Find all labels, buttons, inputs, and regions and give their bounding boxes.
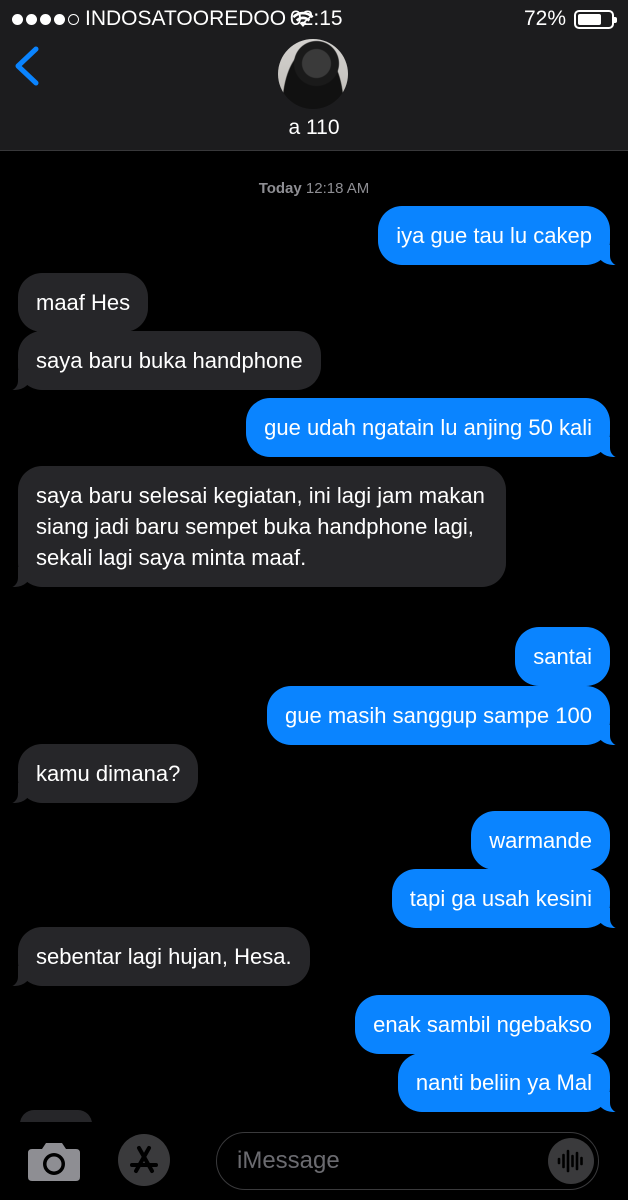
camera-icon[interactable] <box>26 1140 82 1182</box>
incoming-message[interactable]: saya baru buka handphone <box>6 331 321 391</box>
composer-bar: iMessage <box>0 1122 628 1200</box>
outgoing-message[interactable]: gue masih sanggup sampe 100 <box>267 686 622 746</box>
contact-name[interactable]: a 110 <box>0 116 628 140</box>
carrier-group: INDOSATOOREDOO <box>12 7 314 31</box>
chevron-left-icon[interactable] <box>10 44 44 88</box>
outgoing-message[interactable]: gue udah ngatain lu anjing 50 kali <box>246 398 622 458</box>
audio-waveform-icon[interactable] <box>548 1138 594 1184</box>
incoming-message[interactable]: maaf Hes <box>18 273 149 332</box>
outgoing-message[interactable]: santai <box>515 627 610 686</box>
incoming-message[interactable]: saya baru selesai kegiatan, ini lagi jam… <box>6 466 506 588</box>
status-bar: INDOSATOOREDOO 02:15 72% <box>0 0 628 36</box>
incoming-message[interactable]: sebentar lagi hujan, Hesa. <box>6 927 310 987</box>
signal-strength-icon <box>12 13 79 25</box>
battery-icon <box>574 9 617 29</box>
outgoing-message[interactable]: warmande <box>471 811 610 870</box>
outgoing-message[interactable]: tapi ga usah kesini <box>391 869 623 929</box>
outgoing-message[interactable]: nanti beliin ya Mal <box>397 1053 623 1113</box>
timestamp-day: Today <box>258 180 302 197</box>
carrier-name: INDOSATOOREDOO <box>85 7 287 30</box>
timestamp-time: 12:18 AM <box>305 180 370 197</box>
app-store-icon[interactable] <box>118 1134 170 1186</box>
battery-group: 72% <box>523 7 617 31</box>
status-time: 02:15 <box>290 7 343 30</box>
waveform-glyph-icon <box>557 1149 583 1173</box>
outgoing-message[interactable]: enak sambil ngebakso <box>355 995 610 1054</box>
conversation-header: a 110 <box>0 36 628 151</box>
message-input[interactable]: iMessage <box>216 1132 599 1190</box>
app-store-glyph-icon <box>130 1146 158 1173</box>
outgoing-message[interactable]: iya gue tau lu cakep <box>378 206 622 266</box>
thread-timestamp: Today 12:18 AM <box>0 180 628 197</box>
contact-avatar[interactable] <box>278 39 348 109</box>
battery-percent: 72% <box>523 7 566 30</box>
incoming-message[interactable]: kamu dimana? <box>5 744 199 804</box>
